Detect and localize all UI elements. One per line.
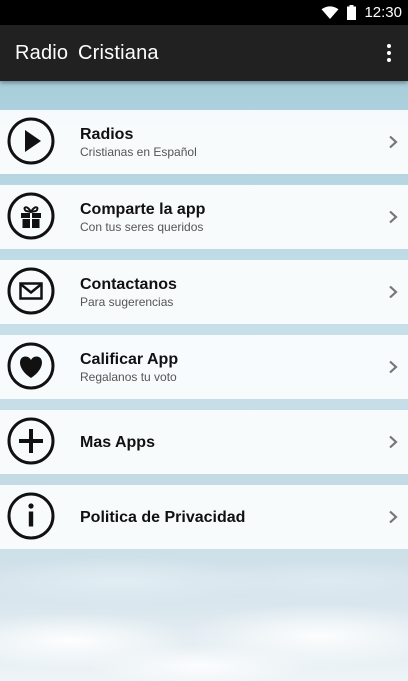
- heart-icon: [7, 342, 55, 390]
- chevron-right-icon: [389, 360, 398, 374]
- battery-icon: [347, 5, 357, 20]
- menu-list: Radios Cristianas en Español Comparte la…: [0, 81, 408, 681]
- menu-item-subtitle: Cristianas en Español: [80, 145, 197, 159]
- menu-item-more-apps[interactable]: Mas Apps: [0, 410, 408, 474]
- menu-item-title: Radios: [80, 126, 134, 143]
- app-bar: Radio Cristiana: [0, 25, 408, 81]
- menu-item-radios[interactable]: Radios Cristianas en Español: [0, 110, 408, 174]
- menu-item-title: Mas Apps: [80, 433, 155, 451]
- status-time: 12:30: [364, 4, 402, 21]
- chevron-right-icon: [389, 135, 398, 149]
- chevron-right-icon: [389, 435, 398, 449]
- menu-item-subtitle: Regalanos tu voto: [80, 370, 177, 384]
- status-bar: 12:30: [0, 0, 408, 25]
- menu-item-rate[interactable]: Calificar App Regalanos tu voto: [0, 335, 408, 399]
- app-title: Radio Cristiana: [15, 41, 159, 64]
- menu-item-share[interactable]: Comparte la app Con tus seres queridos: [0, 185, 408, 249]
- chevron-right-icon: [389, 210, 398, 224]
- plus-icon: [7, 417, 55, 465]
- menu-item-title: Comparte la app: [80, 201, 206, 218]
- chevron-right-icon: [389, 510, 398, 524]
- menu-item-subtitle: Con tus seres queridos: [80, 220, 204, 234]
- overflow-menu-icon[interactable]: [380, 41, 398, 65]
- gift-icon: [7, 192, 55, 240]
- menu-item-privacy[interactable]: Politica de Privacidad: [0, 485, 408, 549]
- menu-item-title: Calificar App: [80, 351, 179, 368]
- mail-icon: [7, 267, 55, 315]
- menu-item-contact[interactable]: Contactanos Para sugerencias: [0, 260, 408, 324]
- menu-item-title: Politica de Privacidad: [80, 508, 246, 526]
- info-icon: [7, 492, 55, 540]
- wifi-icon: [321, 5, 339, 20]
- menu-item-subtitle: Para sugerencias: [80, 295, 174, 309]
- play-icon: [7, 117, 55, 165]
- menu-item-title: Contactanos: [80, 276, 177, 293]
- chevron-right-icon: [389, 285, 398, 299]
